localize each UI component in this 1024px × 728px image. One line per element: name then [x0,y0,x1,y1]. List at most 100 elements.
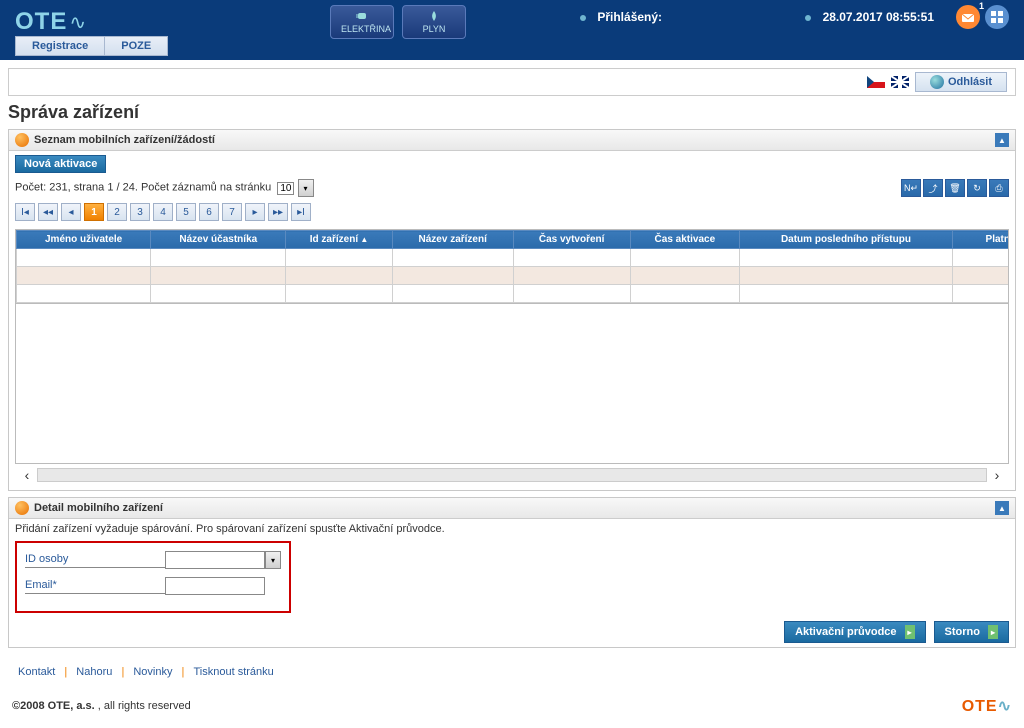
pager-next-button[interactable]: ▸ [245,203,265,221]
email-input[interactable] [165,577,265,595]
list-panel-title: Seznam mobilních zařízení/žádostí [34,134,215,146]
col-last-access[interactable]: Datum posledního přístupu [740,231,953,249]
nav-category-buttons: ELEKTŘINA PLYN [330,5,466,39]
mail-count-badge: 1 [979,1,984,11]
id-person-select[interactable] [165,551,265,569]
new-record-icon[interactable]: N↵ [901,179,921,197]
footer-logo-text: OTE [962,698,998,715]
main-header: OTE ∿ ELEKTŘINA PLYN Přihlášený: 28.07.2… [0,0,1024,60]
datetime-display: 28.07.2017 08:55:51 [805,10,934,24]
panel-bullet-icon [15,501,29,515]
nav-gas-button[interactable]: PLYN [402,5,466,39]
logo-text: OTE [15,8,67,36]
footer-top-link[interactable]: Nahoru [76,666,112,678]
flag-cz-icon[interactable] [867,76,885,88]
flag-en-icon[interactable] [891,76,909,88]
scroll-track[interactable] [37,468,987,482]
refresh-icon[interactable]: ↻ [967,179,987,197]
panel-bullet-icon [15,133,29,147]
mail-icon[interactable]: 1 [956,5,980,29]
col-created[interactable]: Čas vytvoření [513,231,630,249]
count-row: Počet: 231, strana 1 / 24. Počet záznamů… [15,179,1009,197]
grid-wrapper: Jméno uživatele Název účastníka Id zaříz… [15,229,1009,304]
grid-empty-area [15,304,1009,464]
bullet-icon [580,15,586,21]
pager-page-6-button[interactable]: 6 [199,203,219,221]
pager-prev-button[interactable]: ◂ [61,203,81,221]
col-activated[interactable]: Čas aktivace [630,231,739,249]
pager-page-3-button[interactable]: 3 [130,203,150,221]
detail-actions: Aktivační průvodce ▸ Storno ▸ [15,621,1009,643]
device-detail-panel: Detail mobilního zařízení ▲ Přidání zaří… [8,497,1016,648]
logout-label: Odhlásit [948,76,992,88]
header-action-icons: 1 [956,5,1009,29]
pager-page-7-button[interactable]: 7 [222,203,242,221]
pager-last-button[interactable]: ▸I [291,203,311,221]
col-auth-valid[interactable]: Platnost autentizace [952,231,1009,249]
footer-separator: | [64,666,67,678]
table-row[interactable] [17,285,1010,303]
footer-print-link[interactable]: Tisknout stránku [193,666,273,678]
col-device-id[interactable]: Id zařízení [286,231,392,249]
logged-in-text: Přihlášený: [597,10,662,24]
chevron-right-icon: ▸ [905,625,915,639]
subnav-registration-button[interactable]: Registrace [15,36,104,56]
export-icon[interactable]: ⤴ [923,179,943,197]
pager-page-1-button[interactable]: 1 [84,203,104,221]
subnav: Registrace POZE [15,36,168,56]
count-text: Počet: 231, strana 1 / 24. Počet záznamů… [15,179,314,197]
plug-icon [353,10,371,22]
per-page-dropdown-arrow-icon[interactable]: ▾ [298,179,314,197]
detail-form-highlight: ID osoby ▾ Email* [15,541,291,613]
footer-separator: | [182,666,185,678]
logo: OTE ∿ [15,8,86,36]
new-activation-button[interactable]: Nová aktivace [15,155,106,173]
collapse-list-button[interactable]: ▲ [995,133,1009,147]
footer-news-link[interactable]: Novinky [133,666,172,678]
table-row[interactable] [17,249,1010,267]
footer-contact-link[interactable]: Kontakt [18,666,55,678]
device-list-panel: Seznam mobilních zařízení/žádostí ▲ Nová… [8,129,1016,491]
pager-fastfwd-button[interactable]: ▸▸ [268,203,288,221]
wizard-button-label: Aktivační průvodce [795,626,896,638]
footer-copyright: ©2008 OTE, a.s. , all rights reserved OT… [12,692,1012,716]
col-participant[interactable]: Název účastníka [151,231,286,249]
dashboard-icon[interactable] [985,5,1009,29]
pager-page-5-button[interactable]: 5 [176,203,196,221]
page-title: Správa zařízení [8,102,1016,123]
collapse-detail-button[interactable]: ▲ [995,501,1009,515]
col-user-name[interactable]: Jméno uživatele [17,231,151,249]
pager-fastback-button[interactable]: ◂◂ [38,203,58,221]
copyright-text: ©2008 OTE, a.s. [12,700,95,712]
activation-wizard-button[interactable]: Aktivační průvodce ▸ [784,621,925,643]
scroll-right-icon[interactable]: › [989,467,1005,483]
pager-page-4-button[interactable]: 4 [153,203,173,221]
cancel-button[interactable]: Storno ▸ [934,621,1009,643]
nav-gas-label: PLYN [423,24,446,34]
detail-hint: Přidání zařízení vyžaduje spárování. Pro… [15,523,1009,535]
id-person-row: ID osoby ▾ [25,551,281,569]
id-person-dropdown-arrow-icon[interactable]: ▾ [265,551,281,569]
bullet-icon [805,15,811,21]
delete-icon[interactable]: 🗑 [945,179,965,197]
pager-first-button[interactable]: I◂ [15,203,35,221]
subnav-poze-button[interactable]: POZE [104,36,168,56]
nav-electricity-label: ELEKTŘINA [341,24,391,34]
pager-page-2-button[interactable]: 2 [107,203,127,221]
logout-button[interactable]: Odhlásit [915,72,1007,92]
nav-electricity-button[interactable]: ELEKTŘINA [330,5,394,39]
footer-separator: | [121,666,124,678]
table-row[interactable] [17,267,1010,285]
cancel-button-label: Storno [945,626,980,638]
topbar: Odhlásit [8,68,1016,96]
footer-wave-icon: ∿ [998,698,1012,715]
email-label: Email* [25,579,165,594]
logged-in-label: Přihlášený: [580,10,662,24]
scroll-left-icon[interactable]: ‹ [19,467,35,483]
list-panel-body: Nová aktivace Počet: 231, strana 1 / 24.… [9,151,1015,490]
print-icon[interactable]: ⎙ [989,179,1009,197]
col-device-name[interactable]: Název zařízení [392,231,513,249]
rights-text: , all rights reserved [98,700,191,712]
detail-panel-title: Detail mobilního zařízení [34,502,163,514]
count-per-page-label: Počet záznamů na stránku [141,182,271,194]
